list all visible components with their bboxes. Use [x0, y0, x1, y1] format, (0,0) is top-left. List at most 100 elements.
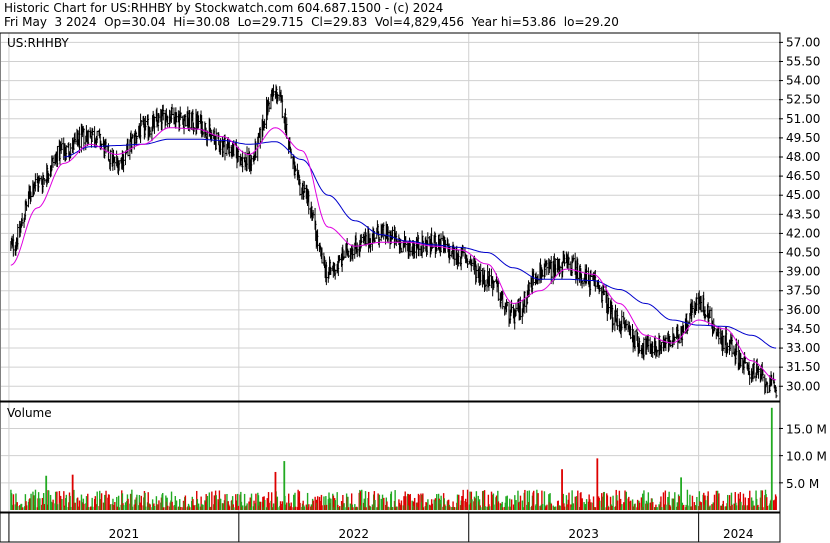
price-tick-label: 49.50: [786, 131, 820, 145]
volume-bar: [43, 504, 46, 510]
volume-bar: [30, 493, 32, 510]
volume-bar: [308, 504, 310, 510]
volume-bar: [704, 500, 707, 510]
volume-bar: [652, 502, 654, 510]
volume-bar-spike: [680, 477, 682, 510]
volume-bar: [39, 498, 41, 510]
volume-bar-spike: [45, 475, 48, 510]
volume-bar: [153, 505, 156, 510]
volume-bar: [449, 506, 451, 510]
volume-bar: [674, 492, 676, 510]
volume-bar: [180, 506, 182, 510]
volume-axis: 15.0 M 10.0 M 5.0 M: [779, 422, 827, 491]
price-tick-label: 46.50: [786, 169, 820, 183]
volume-bar: [590, 502, 592, 510]
volume-bar: [145, 506, 147, 510]
volume-bar: [599, 500, 601, 510]
volume-bar: [70, 506, 72, 510]
volume-bar: [621, 504, 623, 510]
date-axis: 2021 2022 2023 2024: [8, 513, 754, 542]
volume-bar: [17, 506, 19, 510]
volume-bar: [502, 507, 504, 510]
volume-bar: [158, 500, 160, 510]
volume-bar: [352, 507, 354, 510]
volume-bar: [510, 499, 513, 510]
volume-bar: [643, 490, 645, 510]
volume-bar: [87, 507, 90, 510]
volume-bar: [365, 507, 367, 510]
volume-panel-label: Volume: [7, 406, 52, 420]
volume-bar: [630, 500, 632, 510]
volume-bar: [577, 490, 579, 510]
volume-bar: [775, 496, 777, 510]
volume-bar: [167, 505, 169, 510]
volume-bar-spike: [770, 407, 773, 510]
volume-bar: [118, 507, 120, 510]
volume-bar: [189, 507, 191, 510]
volume-bar: [330, 498, 332, 510]
price-tick-label: 37.50: [786, 284, 820, 298]
volume-bar: [100, 493, 103, 510]
volume-bar: [581, 498, 583, 510]
volume-bar: [687, 505, 689, 510]
volume-bar: [374, 500, 376, 510]
volume-bar: [369, 506, 372, 510]
volume-bar: [237, 505, 240, 510]
volume-bar: [625, 491, 628, 510]
volume-bar: [696, 496, 698, 510]
volume-bar: [140, 495, 143, 510]
year-label: 2023: [568, 527, 599, 541]
volume-bar: [749, 490, 751, 510]
volume-bar: [383, 497, 385, 510]
volume-bar: [462, 489, 464, 510]
year-label: 2021: [109, 527, 140, 541]
price-tick-label: 33.00: [786, 341, 820, 355]
volume-bar: [364, 491, 367, 510]
volume-bar: [669, 506, 672, 510]
volume-bar: [246, 503, 248, 510]
volume-bar: [224, 494, 226, 510]
volume-bar: [378, 494, 381, 510]
volume-bar: [259, 501, 262, 510]
price-tick-label: 48.00: [786, 150, 820, 164]
volume-bars: [10, 407, 777, 510]
volume-tick-label: 5.0 M: [786, 477, 819, 491]
volume-bar: [409, 493, 411, 510]
volume-bar: [506, 495, 508, 510]
volume-bar: [233, 507, 235, 510]
volume-bar: [52, 499, 54, 510]
price-tick-label: 36.00: [786, 303, 820, 317]
volume-bar: [634, 503, 636, 510]
stock-chart: US:RHHBY Volume 57.00 55.50 54.00 52.50 51.0…: [0, 32, 827, 543]
volume-bar: [387, 506, 389, 510]
volume-bar: [440, 495, 442, 510]
volume-bar: [484, 506, 486, 510]
volume-bar: [550, 503, 553, 510]
volume-bar: [25, 505, 28, 510]
volume-bar: [475, 491, 478, 510]
volume-bar: [740, 501, 742, 510]
volume-bar: [546, 504, 548, 510]
volume-bar: [343, 503, 345, 510]
volume-bar: [436, 494, 438, 510]
volume-bar: [453, 507, 456, 510]
volume-bar: [206, 495, 209, 510]
volume-bar: [665, 504, 667, 510]
year-label: 2024: [723, 527, 754, 541]
volume-bar: [21, 507, 23, 510]
volume-bar: [563, 506, 566, 510]
volume-bar: [325, 504, 328, 510]
volume-bar: [603, 491, 605, 510]
volume-bar: [250, 493, 253, 510]
volume-bar: [422, 507, 425, 510]
volume-bar: [96, 491, 98, 510]
price-tick-label: 51.00: [786, 112, 820, 126]
volume-bar: [361, 489, 363, 510]
volume-bar: [321, 505, 323, 510]
volume-bar: [660, 507, 663, 510]
volume-bar: [219, 498, 222, 510]
volume-bar: [524, 489, 526, 510]
volume-bar: [400, 500, 403, 510]
price-tick-label: 39.00: [786, 265, 820, 279]
volume-bar: [61, 499, 63, 510]
